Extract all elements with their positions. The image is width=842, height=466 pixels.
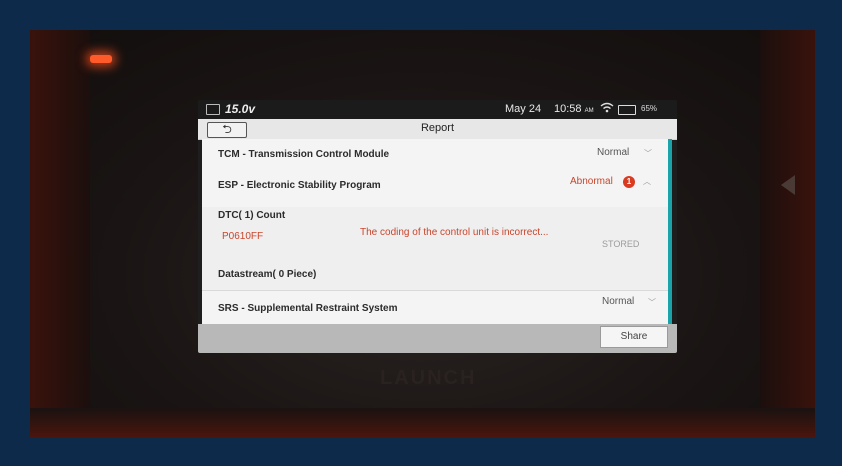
report-list: TCM - Transmission Control Module Normal…	[202, 139, 668, 324]
device-brand-logo: LAUNCH	[380, 367, 477, 389]
side-arrow-icon	[781, 175, 795, 195]
module-status-abnormal: Abnormal	[570, 176, 613, 187]
module-row-tcm[interactable]: TCM - Transmission Control Module Normal…	[202, 139, 668, 169]
chevron-down-icon: ﹀	[648, 298, 656, 307]
dtc-state: STORED	[602, 239, 640, 249]
module-status: Normal	[597, 147, 630, 158]
status-date: May 24	[505, 103, 542, 115]
bottom-toolbar: Share	[198, 324, 677, 353]
dtc-code[interactable]: P0610FF	[222, 231, 263, 242]
scroll-accent-bar	[668, 139, 672, 324]
module-row-srs[interactable]: SRS - Supplemental Restraint System Norm…	[202, 291, 668, 324]
title-bar: ⮌ Report	[198, 119, 677, 140]
device-bottom-edge	[30, 408, 815, 438]
device-edge-left	[30, 30, 90, 438]
wifi-icon	[600, 102, 614, 116]
chevron-up-icon: ︿	[643, 177, 651, 186]
dtc-count-label: DTC( 1) Count	[218, 210, 286, 221]
datastream-count-label: Datastream( 0 Piece)	[218, 269, 317, 280]
module-row-esp[interactable]: ESP - Electronic Stability Program Abnor…	[202, 168, 668, 207]
voltage-readout: 15.0v	[225, 102, 256, 116]
status-time: 10:58 AM	[554, 103, 594, 115]
module-status: Normal	[602, 296, 635, 307]
battery-icon	[618, 105, 636, 115]
dtc-description[interactable]: The coding of the control unit is incorr…	[360, 227, 548, 238]
device-edge-right	[760, 30, 815, 438]
power-led	[90, 55, 112, 63]
module-label: ESP - Electronic Stability Program	[218, 180, 381, 191]
obd-icon	[206, 104, 220, 115]
chevron-down-icon: ﹀	[644, 149, 652, 158]
page-title: Report	[420, 122, 455, 134]
error-count-badge: 1	[623, 176, 635, 188]
share-button[interactable]: Share	[600, 326, 668, 348]
device-screen: 15.0v May 24 10:58 AM 65% ⮌ Report TCM -…	[198, 100, 677, 353]
module-label: SRS - Supplemental Restraint System	[218, 303, 398, 314]
esp-detail-panel: DTC( 1) Count P0610FF The coding of the …	[202, 207, 668, 291]
module-label: TCM - Transmission Control Module	[218, 149, 390, 160]
battery-percent: 65%	[641, 104, 658, 113]
status-bar: 15.0v May 24 10:58 AM 65%	[198, 100, 677, 119]
